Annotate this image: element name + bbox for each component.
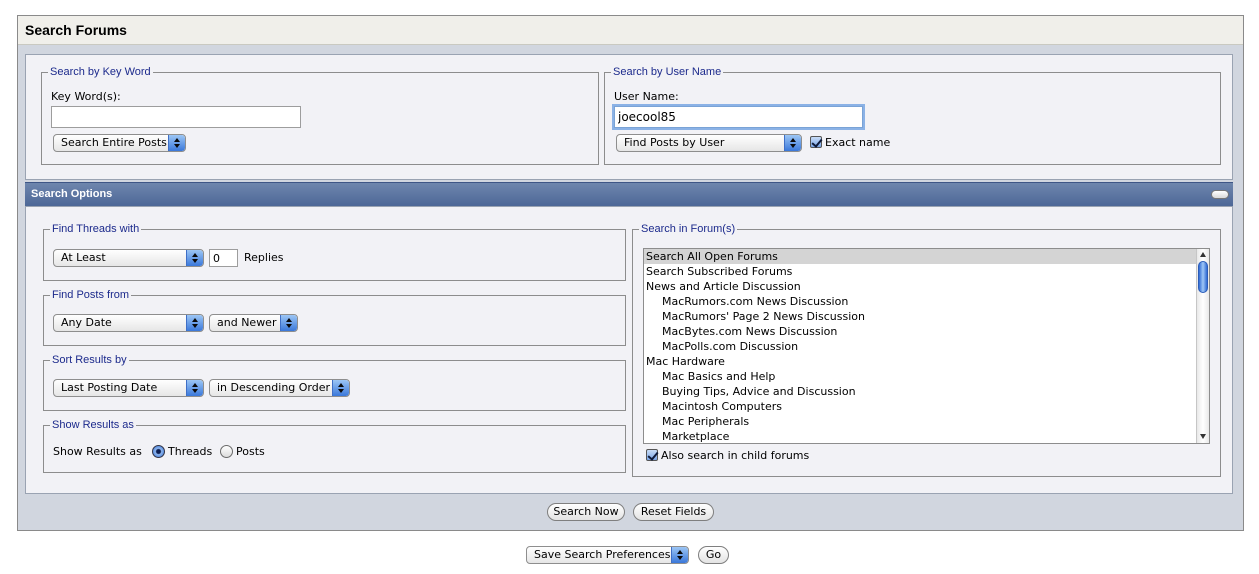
scrollbar-thumb[interactable] [1198, 261, 1208, 293]
replies-label: Replies [244, 251, 284, 264]
forum-list-item[interactable]: MacPolls.com Discussion [644, 339, 1209, 354]
username-input[interactable] [614, 106, 863, 128]
reply-comparison-select[interactable]: At Least [53, 249, 204, 267]
date-range-select[interactable]: Any Date [53, 314, 204, 332]
forum-list-item[interactable]: MacRumors.com News Discussion [644, 294, 1209, 309]
search-options-header [25, 182, 1233, 207]
child-forums-checkbox[interactable] [646, 449, 658, 461]
select-arrows-icon [186, 250, 203, 266]
date-range-value: Any Date [61, 316, 112, 329]
keyword-label: Key Word(s): [51, 90, 121, 103]
forum-list-item[interactable]: MacBytes.com News Discussion [644, 324, 1209, 339]
select-arrows-icon [332, 380, 349, 396]
search-preferences-value: Save Search Preferences [534, 548, 671, 561]
forums-legend: Search in Forum(s) [639, 223, 738, 235]
search-scope-value: Search Entire Posts [61, 136, 167, 149]
exact-name-label: Exact name [825, 136, 891, 149]
search-preferences-select[interactable]: Save Search Preferences [526, 546, 689, 564]
select-arrows-icon [186, 315, 203, 331]
collapse-toggle-icon[interactable] [1211, 190, 1229, 199]
username-label: User Name: [614, 90, 679, 103]
find-threads-legend: Find Threads with [50, 223, 142, 235]
sort-order-value: in Descending Order [217, 381, 331, 394]
search-options-title: Search Options [31, 188, 113, 200]
forum-list-item[interactable]: Search All Open Forums [644, 249, 1199, 264]
sort-order-select[interactable]: in Descending Order [209, 379, 350, 397]
threads-radio[interactable] [152, 445, 165, 458]
username-legend: Search by User Name [611, 66, 724, 78]
forum-list-item[interactable]: Mac Hardware [644, 354, 1199, 369]
user-search-mode-value: Find Posts by User [624, 136, 725, 149]
sort-results-legend: Sort Results by [50, 354, 129, 366]
user-search-mode-select[interactable]: Find Posts by User [616, 134, 802, 152]
search-now-button[interactable]: Search Now [547, 503, 625, 521]
find-posts-legend: Find Posts from [50, 289, 132, 301]
replies-count-input[interactable] [209, 249, 238, 267]
show-results-label: Show Results as [53, 445, 142, 458]
select-arrows-icon [280, 315, 297, 331]
select-arrows-icon [186, 380, 203, 396]
scroll-up-icon[interactable] [1200, 252, 1206, 257]
forum-list-item[interactable]: Mac Peripherals [644, 414, 1209, 429]
child-forums-label: Also search in child forums [661, 449, 810, 462]
show-results-legend: Show Results as [50, 419, 136, 431]
page-title: Search Forums [25, 22, 127, 38]
exact-name-checkbox[interactable] [810, 136, 822, 148]
select-arrows-icon [784, 135, 801, 151]
reset-fields-button[interactable]: Reset Fields [633, 503, 714, 521]
date-direction-value: and Newer [217, 316, 277, 329]
keyword-input[interactable] [51, 106, 301, 128]
keyword-legend: Search by Key Word [48, 66, 153, 78]
posts-radio[interactable] [220, 445, 233, 458]
forum-listbox[interactable]: Search All Open Forums Search Subscribed … [643, 248, 1210, 444]
forum-list-item[interactable]: Mac Basics and Help [644, 369, 1209, 384]
forum-list-item[interactable]: Macintosh Computers [644, 399, 1209, 414]
select-arrows-icon [168, 135, 185, 151]
sort-field-value: Last Posting Date [61, 381, 158, 394]
title-bar [18, 16, 1243, 45]
sort-field-select[interactable]: Last Posting Date [53, 379, 204, 397]
select-arrows-icon [671, 547, 688, 563]
date-direction-select[interactable]: and Newer [209, 314, 298, 332]
reply-comparison-value: At Least [61, 251, 106, 264]
forum-list-item[interactable]: MacRumors' Page 2 News Discussion [644, 309, 1209, 324]
go-button[interactable]: Go [698, 546, 729, 564]
search-scope-select[interactable]: Search Entire Posts [53, 134, 186, 152]
threads-radio-label: Threads [168, 445, 213, 458]
posts-radio-label: Posts [236, 445, 265, 458]
forum-list-item[interactable]: Marketplace [644, 429, 1209, 443]
scroll-down-icon[interactable] [1200, 434, 1206, 439]
forum-list-item[interactable]: News and Article Discussion [644, 279, 1199, 294]
forum-list-item[interactable]: Search Subscribed Forums [644, 264, 1199, 279]
forum-list-item[interactable]: Buying Tips, Advice and Discussion [644, 384, 1209, 399]
